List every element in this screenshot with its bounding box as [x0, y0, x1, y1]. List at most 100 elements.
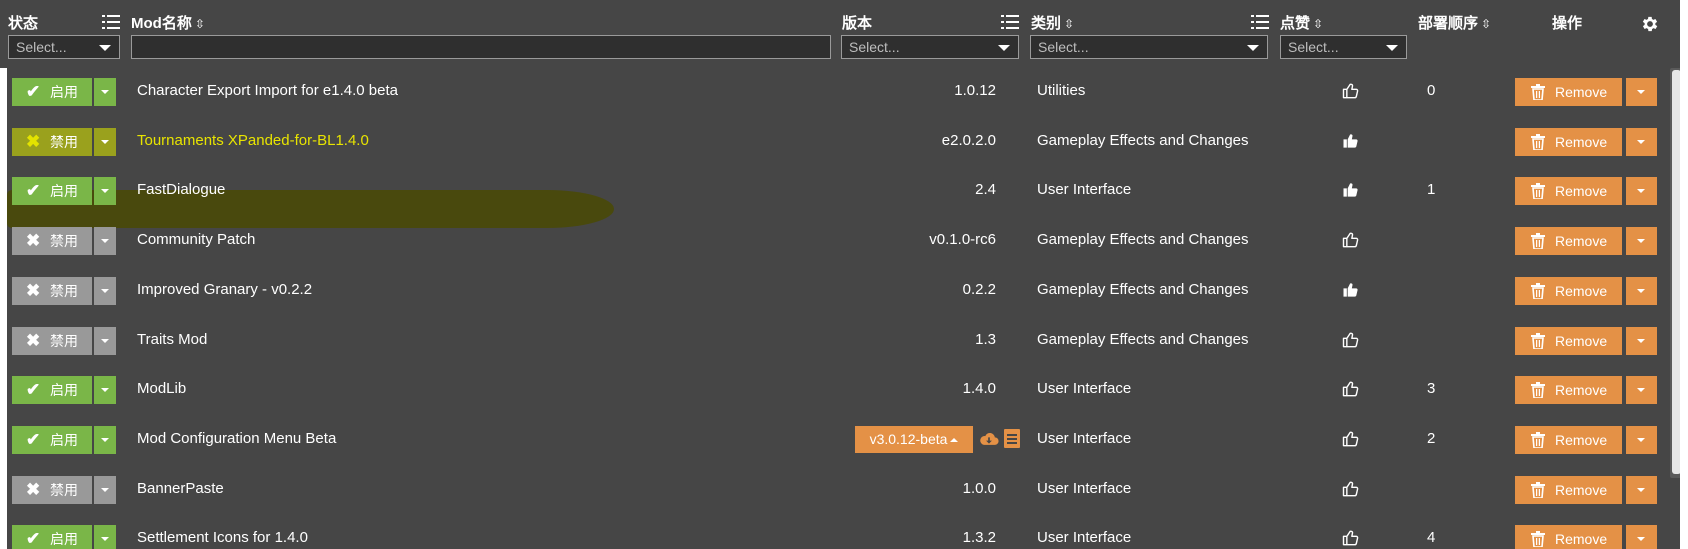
- status-dropdown-button[interactable]: [94, 475, 116, 504]
- chevron-down-icon: [1637, 189, 1645, 194]
- check-icon: ✔: [26, 429, 41, 449]
- status-dropdown-button[interactable]: [94, 227, 116, 256]
- thumbs-up-icon[interactable]: [1341, 230, 1361, 250]
- status-dropdown-button[interactable]: [94, 326, 116, 355]
- remove-dropdown-button[interactable]: [1626, 227, 1657, 256]
- remove-dropdown-button[interactable]: [1626, 425, 1657, 454]
- status-dropdown-button[interactable]: [94, 276, 116, 305]
- thumbs-up-icon[interactable]: [1341, 81, 1361, 101]
- header-name-label: Mod名称: [131, 15, 192, 32]
- status-dropdown-button[interactable]: [94, 177, 116, 206]
- sort-icon: ⇳: [1064, 17, 1075, 31]
- version-filter-value: Select...: [849, 39, 900, 55]
- status-toggle[interactable]: ✖ 禁用: [12, 227, 116, 256]
- remove-button[interactable]: Remove: [1515, 326, 1622, 355]
- status-button[interactable]: ✔ 启用: [12, 78, 92, 106]
- status-toggle[interactable]: ✔ 启用: [12, 376, 116, 405]
- status-toggle[interactable]: ✔ 启用: [12, 78, 116, 106]
- remove-button[interactable]: Remove: [1515, 276, 1622, 305]
- status-toggle[interactable]: ✔ 启用: [12, 425, 116, 454]
- update-version-button[interactable]: v3.0.12-beta: [855, 425, 973, 453]
- remove-dropdown-button[interactable]: [1626, 525, 1657, 549]
- status-toggle[interactable]: ✖ 禁用: [12, 475, 116, 504]
- header-category[interactable]: 类别 ⇳: [1031, 12, 1074, 33]
- mod-version: 1.4.0: [962, 380, 996, 398]
- remove-dropdown-button[interactable]: [1626, 326, 1657, 355]
- status-button[interactable]: ✔ 启用: [12, 425, 92, 454]
- cross-icon: ✖: [26, 131, 41, 151]
- remove-dropdown-button[interactable]: [1626, 376, 1657, 405]
- status-toggle[interactable]: ✔ 启用: [12, 177, 116, 206]
- cloud-download-icon[interactable]: [979, 430, 999, 448]
- column-list-icon[interactable]: [1251, 14, 1269, 30]
- chevron-down-icon: [1637, 239, 1645, 244]
- remove-dropdown-button[interactable]: [1626, 276, 1657, 305]
- category-filter-select[interactable]: Select...: [1030, 35, 1268, 59]
- version-label: v3.0.12-beta: [869, 430, 948, 447]
- version-filter-select[interactable]: Select...: [841, 35, 1019, 59]
- thumbs-up-icon[interactable]: [1341, 429, 1361, 449]
- status-toggle[interactable]: ✔ 启用: [12, 525, 116, 549]
- thumbs-up-filled-icon[interactable]: [1341, 131, 1361, 151]
- table-row: ✖ 禁用 BannerPaste 1.0.0 User Interface Remove: [7, 466, 1688, 516]
- remove-dropdown-button[interactable]: [1626, 475, 1657, 504]
- column-list-icon[interactable]: [1001, 14, 1019, 30]
- likes-filter-select[interactable]: Select...: [1280, 35, 1407, 59]
- thumbs-up-icon[interactable]: [1341, 330, 1361, 350]
- status-button[interactable]: ✖ 禁用: [12, 475, 92, 504]
- status-button[interactable]: ✔ 启用: [12, 177, 92, 206]
- remove-button[interactable]: Remove: [1515, 525, 1622, 549]
- remove-button[interactable]: Remove: [1515, 127, 1622, 156]
- sort-icon: ⇳: [1313, 17, 1324, 31]
- status-toggle[interactable]: ✖ 禁用: [12, 276, 116, 305]
- thumbs-up-icon[interactable]: [1341, 479, 1361, 499]
- status-dropdown-button[interactable]: [94, 127, 116, 156]
- column-list-icon[interactable]: [102, 14, 120, 30]
- status-button[interactable]: ✔ 启用: [12, 525, 92, 549]
- thumbs-up-icon[interactable]: [1341, 379, 1361, 399]
- header-status: 状态: [8, 15, 39, 32]
- thumbs-up-icon[interactable]: [1341, 528, 1361, 548]
- check-icon: ✔: [26, 380, 41, 400]
- remove-dropdown-button[interactable]: [1626, 177, 1657, 206]
- table-row: ✔ 启用 Settlement Icons for 1.4.0 1.3.2 User I…: [7, 515, 1688, 549]
- status-label: 禁用: [50, 481, 78, 498]
- remove-label: Remove: [1555, 133, 1608, 150]
- gear-icon[interactable]: [1640, 14, 1660, 34]
- remove-button[interactable]: Remove: [1515, 177, 1622, 206]
- status-filter-value: Select...: [16, 39, 67, 55]
- remove-dropdown-button[interactable]: [1626, 78, 1657, 106]
- status-filter-select[interactable]: Select...: [8, 35, 120, 59]
- header-name[interactable]: Mod名称 ⇳: [131, 12, 205, 33]
- changelog-icon[interactable]: [1004, 428, 1020, 448]
- remove-label: Remove: [1555, 382, 1608, 399]
- remove-button[interactable]: Remove: [1515, 376, 1622, 405]
- chevron-down-icon: [1637, 437, 1645, 442]
- thumbs-up-filled-icon[interactable]: [1341, 180, 1361, 200]
- status-toggle[interactable]: ✖ 禁用: [12, 326, 116, 355]
- check-icon: ✔: [26, 529, 41, 549]
- status-button[interactable]: ✖ 禁用: [12, 326, 92, 355]
- remove-button[interactable]: Remove: [1515, 425, 1622, 454]
- remove-button[interactable]: Remove: [1515, 475, 1622, 504]
- chevron-down-icon: [1637, 388, 1645, 393]
- mod-name: FastDialogue: [137, 181, 226, 199]
- status-dropdown-button[interactable]: [94, 525, 116, 549]
- header-deploy-order[interactable]: 部署顺序 ⇳: [1418, 12, 1491, 33]
- status-dropdown-button[interactable]: [94, 376, 116, 405]
- status-button[interactable]: ✖ 禁用: [12, 276, 92, 305]
- header-likes[interactable]: 点赞 ⇳: [1280, 12, 1323, 33]
- status-button[interactable]: ✖ 禁用: [12, 127, 92, 156]
- status-label: 禁用: [50, 133, 78, 150]
- status-toggle[interactable]: ✖ 禁用: [12, 127, 116, 156]
- status-button[interactable]: ✔ 启用: [12, 376, 92, 405]
- remove-button[interactable]: Remove: [1515, 78, 1622, 106]
- status-button[interactable]: ✖ 禁用: [12, 227, 92, 256]
- mod-version: 1.0.0: [962, 479, 996, 497]
- remove-dropdown-button[interactable]: [1626, 127, 1657, 156]
- name-filter-input[interactable]: [131, 35, 831, 59]
- thumbs-up-filled-icon[interactable]: [1341, 280, 1361, 300]
- remove-button[interactable]: Remove: [1515, 227, 1622, 256]
- status-dropdown-button[interactable]: [94, 78, 116, 106]
- status-dropdown-button[interactable]: [94, 425, 116, 454]
